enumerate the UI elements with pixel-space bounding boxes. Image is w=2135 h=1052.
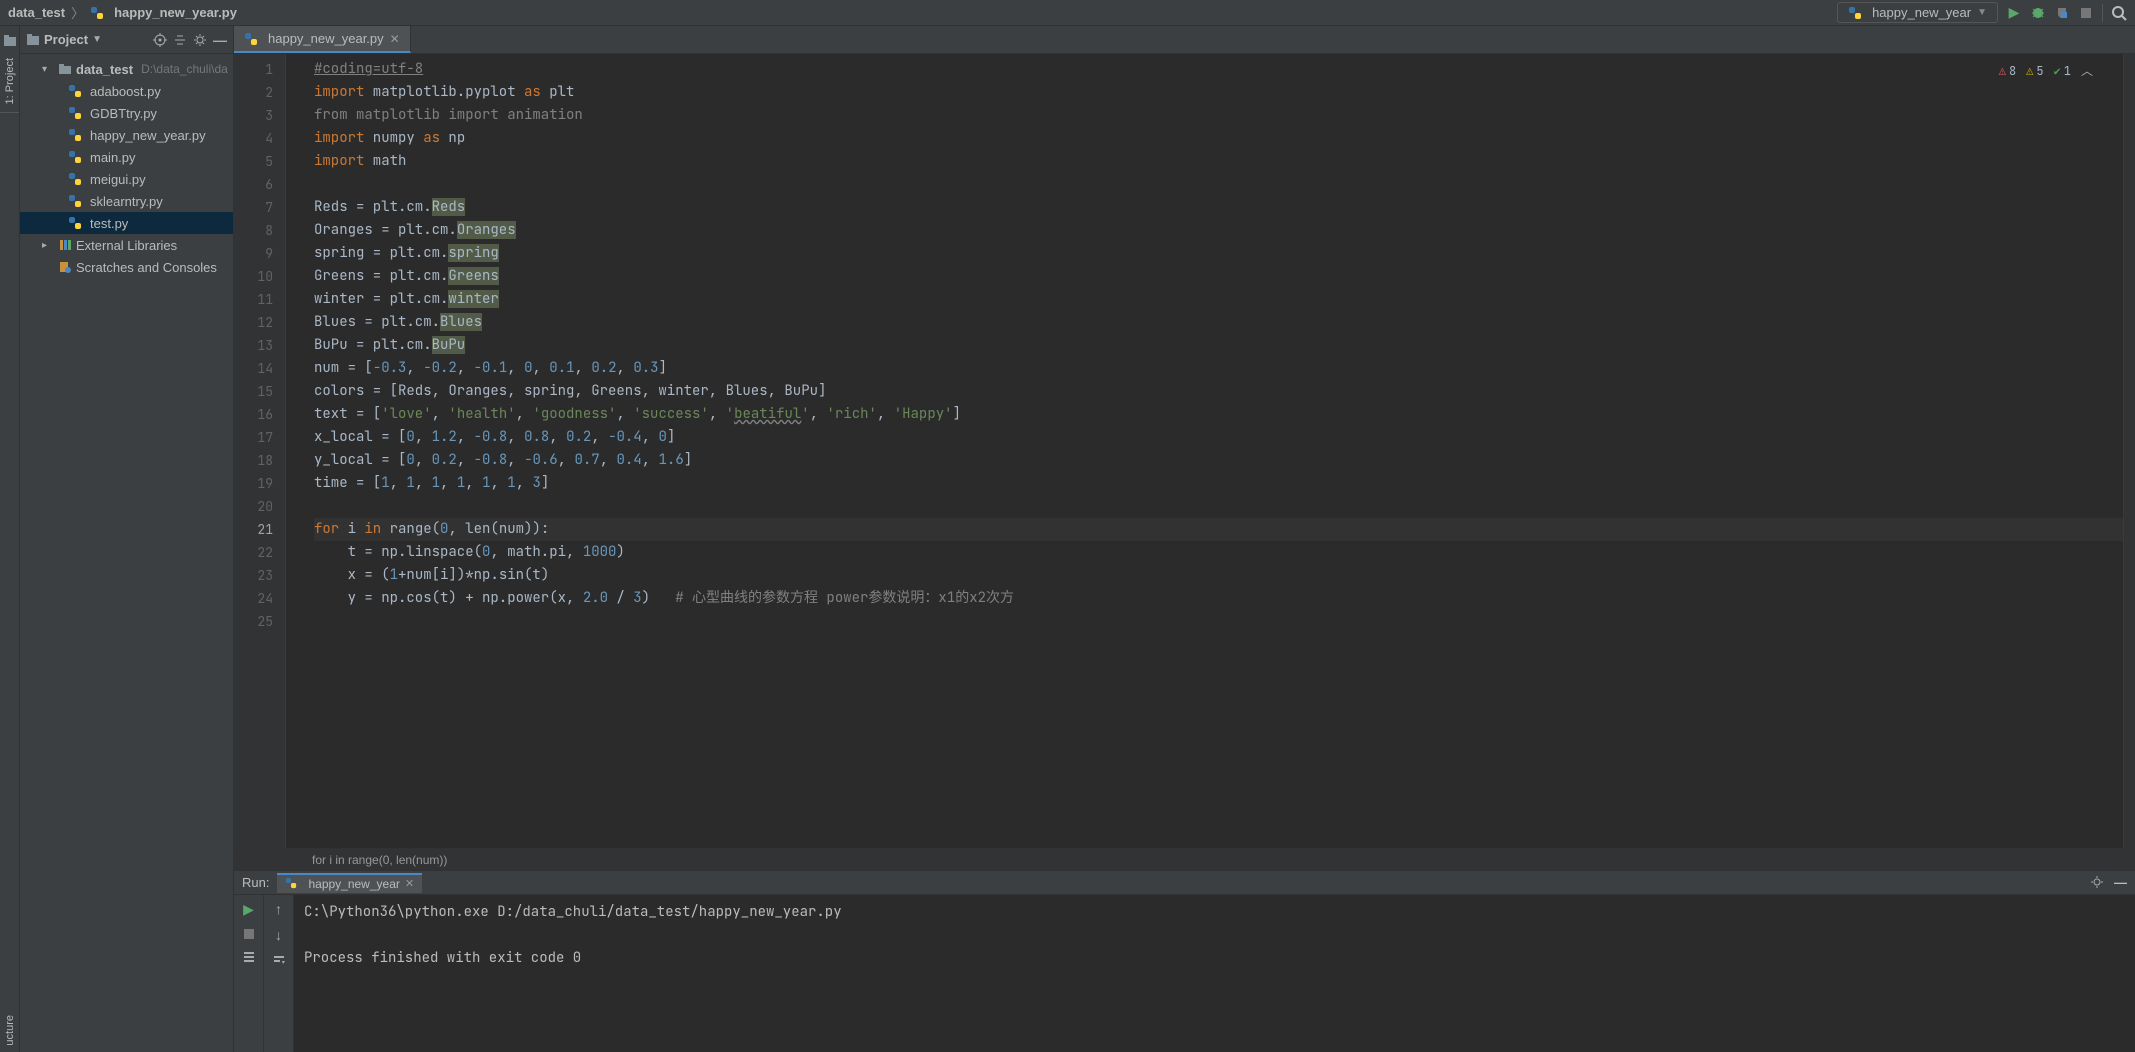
top-navbar: data_test 〉 happy_new_year.py happy_new_…	[0, 0, 2135, 26]
run-label: Run:	[242, 875, 269, 890]
project-root-path: D:\data_chuli\da	[141, 62, 228, 76]
python-file-icon	[68, 216, 82, 230]
settings-icon[interactable]	[193, 33, 207, 47]
file-label: GDBTtry.py	[90, 106, 157, 121]
coverage-button[interactable]	[2054, 5, 2070, 21]
run-button[interactable]: ▶	[2006, 5, 2022, 21]
editor-tab[interactable]: happy_new_year.py ✕	[234, 26, 411, 53]
run-config-name: happy_new_year	[1872, 5, 1971, 20]
run-side-toolbar: ▶	[234, 895, 264, 1052]
breadcrumb-file[interactable]: happy_new_year.py	[114, 5, 237, 20]
python-file-icon	[68, 150, 82, 164]
code-editor[interactable]: #coding=utf-8import matplotlib.pyplot as…	[286, 54, 2123, 848]
breadcrumb: data_test 〉 happy_new_year.py	[8, 3, 237, 22]
python-file-icon	[68, 84, 82, 98]
external-libraries[interactable]: ▸ External Libraries	[20, 234, 233, 256]
file-item[interactable]: sklearntry.py	[20, 190, 233, 212]
python-file-icon	[68, 106, 82, 120]
file-label: main.py	[90, 150, 136, 165]
line-number-gutter: 1234567891011121314151617181920212223242…	[234, 54, 286, 848]
weak-warning-icon: ✔	[2054, 60, 2061, 83]
python-icon	[285, 877, 299, 891]
stop-button[interactable]	[2078, 5, 2094, 21]
dropdown-icon: ▼	[1977, 7, 1987, 18]
scratches-and-consoles[interactable]: Scratches and Consoles	[20, 256, 233, 278]
file-label: happy_new_year.py	[90, 128, 206, 143]
run-config-selector[interactable]: happy_new_year ▼	[1837, 2, 1998, 23]
scratches-label: Scratches and Consoles	[76, 260, 217, 275]
chevron-up-icon[interactable]: ︿	[2081, 60, 2093, 83]
project-root[interactable]: ▾ data_test D:\data_chuli\da	[20, 58, 233, 80]
file-label: test.py	[90, 216, 128, 231]
hide-run-icon[interactable]: —	[2114, 875, 2127, 890]
locate-icon[interactable]	[153, 33, 167, 47]
chevron-right-icon: ▸	[42, 240, 54, 251]
weak-count: 1	[2064, 60, 2071, 83]
folder-icon	[58, 62, 72, 76]
chevron-down-icon: ▾	[42, 64, 54, 75]
scratches-icon	[58, 260, 72, 274]
console-line: Process finished with exit code 0	[304, 949, 581, 967]
python-file-icon	[68, 194, 82, 208]
project-root-name: data_test	[76, 62, 133, 77]
run-tool-window: Run: happy_new_year ✕ — ▶	[234, 870, 2135, 1052]
python-file-icon	[244, 32, 258, 46]
library-icon	[58, 238, 72, 252]
file-item-selected[interactable]: test.py	[20, 212, 233, 234]
warning-icon: ⚠	[2026, 60, 2033, 83]
rerun-icon[interactable]: ▶	[243, 901, 254, 918]
file-item[interactable]: GDBTtry.py	[20, 102, 233, 124]
file-item[interactable]: meigui.py	[20, 168, 233, 190]
error-count: 8	[2009, 60, 2016, 83]
file-item[interactable]: happy_new_year.py	[20, 124, 233, 146]
structure-vtab[interactable]: ucture	[2, 1009, 18, 1052]
editor-tab-label: happy_new_year.py	[268, 31, 384, 46]
project-tool-icon[interactable]	[3, 34, 17, 48]
file-label: adaboost.py	[90, 84, 161, 99]
code-breadcrumb-text: for i in range(0, len(num))	[312, 853, 447, 867]
breadcrumb-root[interactable]: data_test	[8, 5, 65, 20]
python-icon	[1848, 6, 1862, 20]
editor-tab-bar: happy_new_year.py ✕	[234, 26, 2135, 54]
editor-area: happy_new_year.py ✕ 12345678910111213141…	[234, 26, 2135, 1052]
project-panel: Project▼ — ▾ data_test	[20, 26, 234, 1052]
python-file-icon	[68, 172, 82, 186]
up-arrow-icon[interactable]: ↑	[275, 901, 282, 917]
file-label: meigui.py	[90, 172, 146, 187]
close-run-tab-icon[interactable]: ✕	[405, 877, 414, 890]
folder-icon	[26, 33, 40, 47]
error-stripe[interactable]	[2123, 54, 2135, 848]
run-tab[interactable]: happy_new_year ✕	[277, 873, 422, 893]
project-tree: ▾ data_test D:\data_chuli\da adaboost.py…	[20, 54, 233, 282]
python-file-icon	[90, 6, 104, 20]
inspection-status[interactable]: ⚠8 ⚠5 ✔1 ︿	[1999, 60, 2093, 83]
run-side-toolbar-2: ↑ ↓	[264, 895, 294, 1052]
hide-icon[interactable]: —	[213, 32, 227, 48]
down-arrow-icon[interactable]: ↓	[275, 927, 282, 943]
search-button[interactable]	[2111, 5, 2127, 21]
expand-all-icon[interactable]	[173, 33, 187, 47]
console-output[interactable]: C:\Python36\python.exe D:/data_chuli/dat…	[294, 895, 2135, 1052]
console-line: C:\Python36\python.exe D:/data_chuli/dat…	[304, 903, 842, 921]
file-item[interactable]: adaboost.py	[20, 80, 233, 102]
project-vtab[interactable]: 1: Project	[2, 52, 18, 110]
close-tab-icon[interactable]: ✕	[390, 32, 400, 46]
debug-button[interactable]	[2030, 5, 2046, 21]
left-tool-strip: 1: Project ucture	[0, 26, 20, 1052]
code-breadcrumb[interactable]: for i in range(0, len(num))	[234, 848, 2135, 870]
stop-run-icon[interactable]	[243, 928, 255, 940]
python-file-icon	[68, 128, 82, 142]
toggle-output-icon[interactable]	[242, 950, 256, 964]
project-title-text: Project	[44, 32, 88, 47]
file-label: sklearntry.py	[90, 194, 163, 209]
breadcrumb-sep: 〉	[71, 3, 84, 22]
warning-count: 5	[2036, 60, 2043, 83]
project-panel-title[interactable]: Project▼	[26, 32, 102, 47]
external-libs-label: External Libraries	[76, 238, 177, 253]
file-item[interactable]: main.py	[20, 146, 233, 168]
run-settings-icon[interactable]	[2090, 875, 2104, 890]
run-tab-label: happy_new_year	[308, 877, 399, 891]
soft-wrap-icon[interactable]	[272, 953, 286, 967]
error-icon: ⚠	[1999, 60, 2006, 83]
